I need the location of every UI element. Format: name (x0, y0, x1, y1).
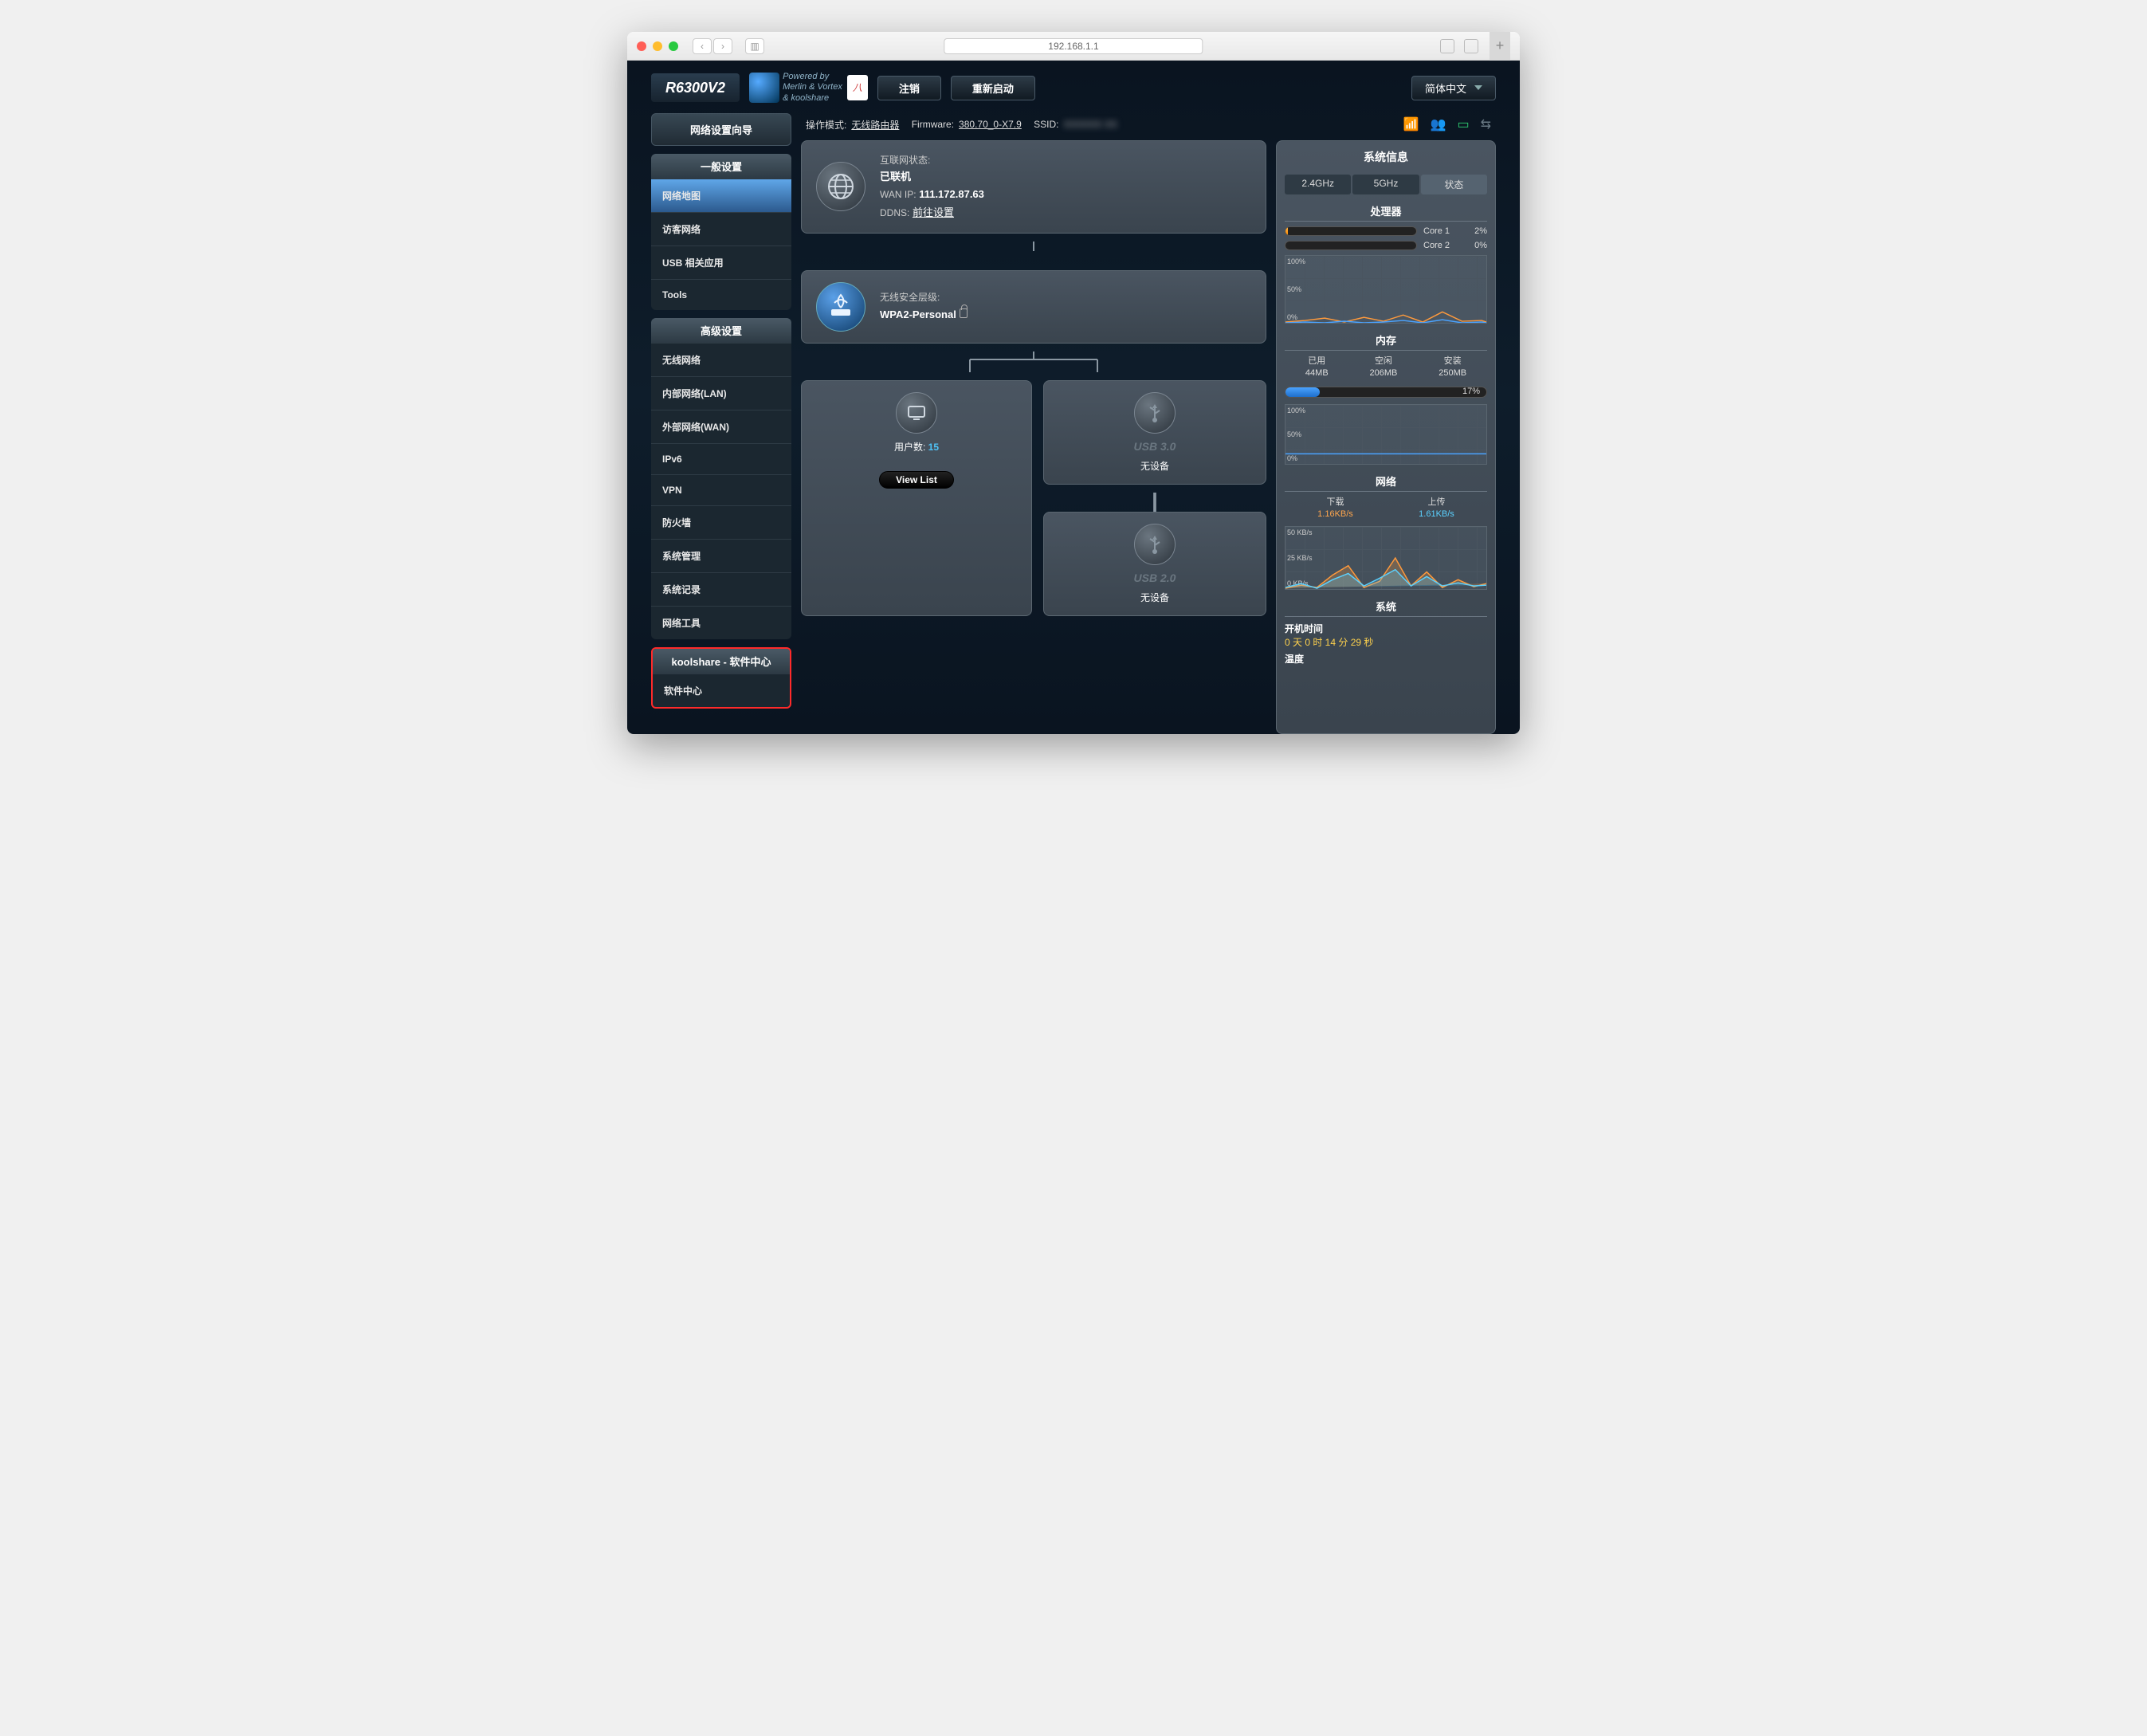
maximize-window-icon[interactable] (669, 41, 678, 51)
sidebar-item-administration[interactable]: 系统管理 (651, 539, 791, 572)
system-info-panel: 系统信息 2.4GHz 5GHz 状态 处理器 Core 1 2% (1276, 140, 1496, 734)
sidebar-item-vpn[interactable]: VPN (651, 474, 791, 505)
globe-icon (816, 162, 865, 211)
sidebar-item-firewall[interactable]: 防火墙 (651, 505, 791, 539)
sidebar-item-guest-network[interactable]: 访客网络 (651, 212, 791, 245)
sidebar-item-usb-app[interactable]: USB 相关应用 (651, 245, 791, 279)
usb-icon (1134, 392, 1176, 434)
sidebar-toggle-icon[interactable]: ▥ (745, 38, 764, 54)
firmware-version-link[interactable]: 380.70_0-X7.9 (959, 119, 1022, 130)
sidebar-item-lan[interactable]: 内部网络(LAN) (651, 376, 791, 410)
sidebar-header-advanced: 高级设置 (651, 318, 791, 343)
wireless-security-card[interactable]: 无线安全层级: WPA2-Personal (801, 270, 1266, 344)
view-clients-button[interactable]: View List (879, 471, 954, 489)
back-button[interactable]: ‹ (693, 38, 712, 54)
network-chart: 50 KB/s25 KB/s0 KB/s (1285, 526, 1487, 590)
sidebar-header-general: 一般设置 (651, 154, 791, 179)
tab-24ghz[interactable]: 2.4GHz (1285, 175, 1351, 194)
clients-card[interactable]: 用户数: 15 View List (801, 380, 1032, 616)
tabs-icon[interactable] (1464, 39, 1478, 53)
browser-titlebar: ‹ › ▥ 192.168.1.1 + (627, 32, 1520, 61)
firmware-branding: Powered by Merlin & Vortex & koolshare 八 (749, 72, 868, 104)
router-icon (816, 282, 865, 332)
address-bar[interactable]: 192.168.1.1 (944, 38, 1203, 54)
ddns-settings-link[interactable]: 前往设置 (913, 206, 954, 218)
tab-5ghz[interactable]: 5GHz (1352, 175, 1419, 194)
logout-button[interactable]: 注销 (877, 76, 941, 100)
usb3-card[interactable]: USB 3.0 无设备 (1043, 380, 1266, 485)
wifi-status-icon[interactable]: 📶 (1403, 116, 1419, 132)
usb-icon (1134, 524, 1176, 565)
clients-status-icon[interactable]: 👥 (1431, 116, 1446, 132)
operation-mode-link[interactable]: 无线路由器 (851, 118, 899, 132)
sidebar-header-koolshare: koolshare - 软件中心 (653, 649, 790, 674)
status-bar: 操作模式: 无线路由器 Firmware: 380.70_0-X7.9 SSID… (801, 113, 1496, 140)
sidebar-item-ipv6[interactable]: IPv6 (651, 443, 791, 474)
lan-status-icon[interactable]: ▭ (1457, 116, 1469, 132)
new-tab-button[interactable]: + (1490, 32, 1510, 61)
cpu-chart: 100%50%0% (1285, 255, 1487, 324)
mahjong-tile-icon: 八 (847, 75, 868, 100)
usb2-card[interactable]: USB 2.0 无设备 (1043, 512, 1266, 616)
usb-status-icon[interactable]: ⇆ (1481, 116, 1491, 132)
tab-status[interactable]: 状态 (1421, 175, 1487, 194)
reboot-button[interactable]: 重新启动 (951, 76, 1035, 100)
sidebar-item-wireless[interactable]: 无线网络 (651, 343, 791, 376)
internet-status-card[interactable]: 互联网状态: 已联机 WAN IP: 111.172.87.63 DDNS: 前… (801, 140, 1266, 234)
forward-button[interactable]: › (713, 38, 732, 54)
sidebar-item-tools[interactable]: Tools (651, 279, 791, 310)
close-window-icon[interactable] (637, 41, 646, 51)
lock-icon (960, 308, 968, 318)
merlin-logo-icon (749, 73, 779, 103)
chevron-down-icon (1474, 85, 1482, 90)
network-setup-wizard-button[interactable]: 网络设置向导 (651, 113, 791, 146)
sidebar-item-network-tools[interactable]: 网络工具 (651, 606, 791, 639)
sidebar-item-network-map[interactable]: 网络地图 (651, 179, 791, 212)
minimize-window-icon[interactable] (653, 41, 662, 51)
sidebar-item-system-log[interactable]: 系统记录 (651, 572, 791, 606)
monitor-icon (896, 392, 937, 434)
sidebar-item-wan[interactable]: 外部网络(WAN) (651, 410, 791, 443)
router-model: R6300V2 (651, 73, 740, 102)
language-select[interactable]: 简体中文 (1411, 76, 1496, 100)
memory-chart: 100%50%0% (1285, 404, 1487, 465)
share-icon[interactable] (1440, 39, 1454, 53)
sidebar-item-software-center[interactable]: 软件中心 (653, 674, 790, 707)
